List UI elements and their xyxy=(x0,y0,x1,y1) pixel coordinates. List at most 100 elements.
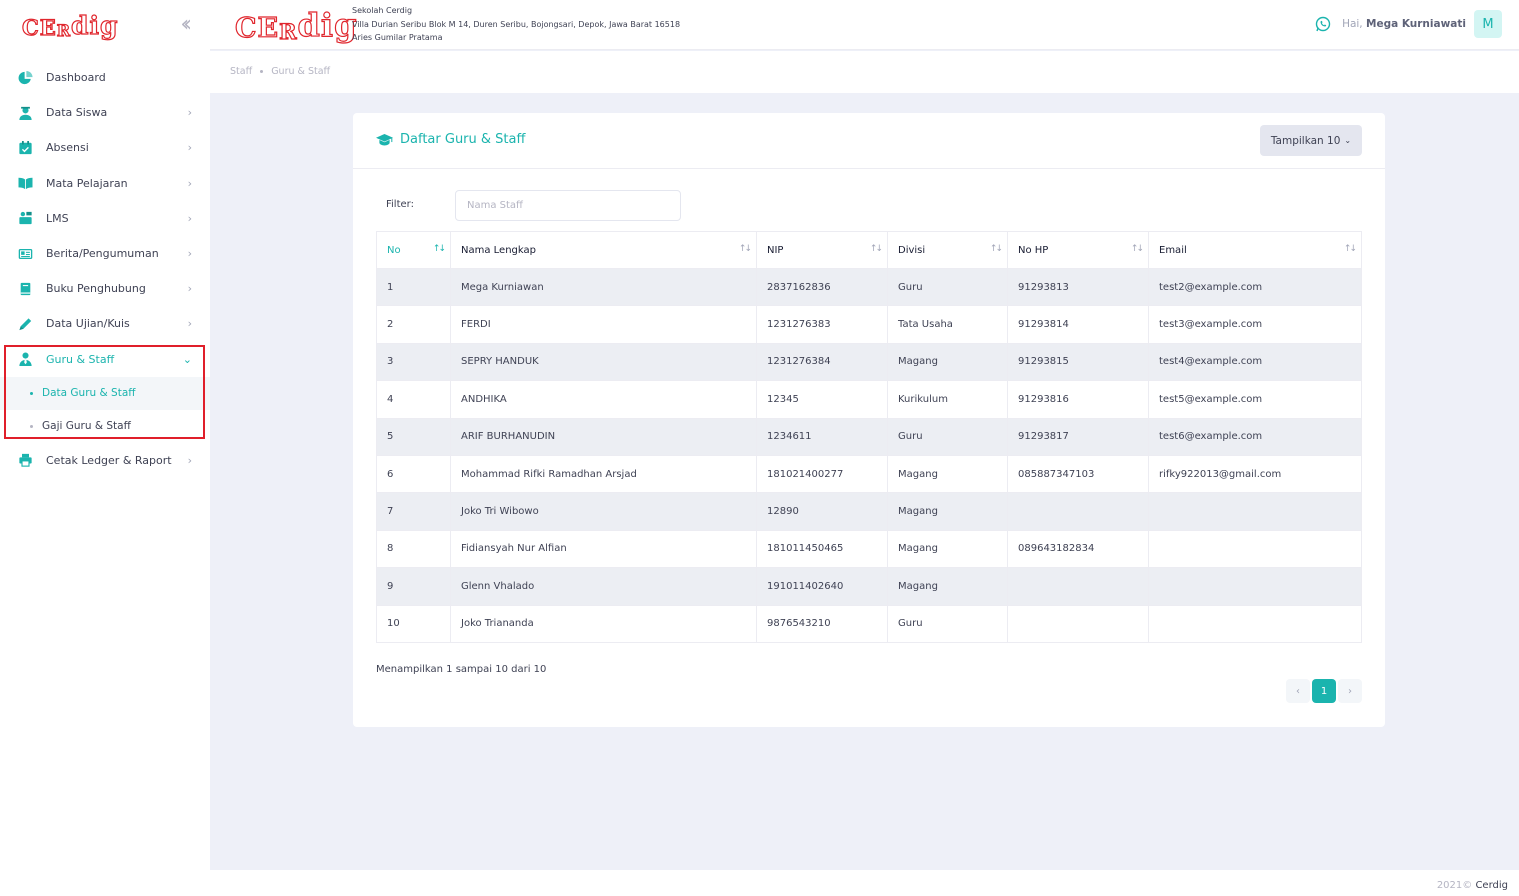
table-row: 9 Glenn Vhalado 191011402640 Magang xyxy=(376,567,1362,606)
column-header-nama-lengkap[interactable]: Nama Lengkap ↑↓ xyxy=(450,231,757,269)
whatsapp-icon[interactable] xyxy=(1315,16,1331,32)
sort-icon: ↑↓ xyxy=(989,244,1003,254)
column-header-nip[interactable]: NIP ↑↓ xyxy=(756,231,888,269)
column-header-email[interactable]: Email ↑↓ xyxy=(1148,231,1362,269)
table-cell: test5@example.com xyxy=(1148,380,1362,419)
user-greeting[interactable]: Hai, Mega Kurniawati xyxy=(1342,18,1466,30)
student-icon xyxy=(17,106,33,120)
sidebar-item-data-ujian-kuis[interactable]: Data Ujian/Kuis › xyxy=(0,306,210,341)
school-name: Sekolah Cerdig xyxy=(352,6,413,15)
chevron-right-icon: › xyxy=(187,106,192,120)
card-title-text: Daftar Guru & Staff xyxy=(400,132,526,147)
table-cell: 085887347103 xyxy=(1007,454,1149,494)
card-header: Daftar Guru & Staff Tampilkan 10 ⌄ xyxy=(353,113,1385,169)
table-cell: FERDI xyxy=(450,305,757,344)
filter-label: Filter: xyxy=(386,199,414,210)
submenu-item-gaji-guru-staff[interactable]: Gaji Guru & Staff xyxy=(0,410,210,443)
table-cell: 181011450465 xyxy=(756,529,888,569)
pencil-icon xyxy=(17,317,33,331)
chevron-down-icon: ⌄ xyxy=(182,352,192,366)
table-cell: 1231276384 xyxy=(756,342,888,382)
table-cell: test3@example.com xyxy=(1148,305,1362,344)
sidebar-item-guru-staff[interactable]: Guru & Staff ⌄ xyxy=(0,342,210,377)
table-cell: 4 xyxy=(376,380,451,419)
sidebar-item-dashboard[interactable]: Dashboard xyxy=(0,60,210,95)
sidebar-brand: CE Rdig ‹‹ xyxy=(0,0,210,50)
pagination-page-1[interactable]: 1 xyxy=(1312,679,1336,703)
school-principal: Aries Gumilar Pratama xyxy=(352,33,443,42)
table-header-row: No ↑↓ Nama Lengkap ↑↓ NIP ↑↓ Divisi ↑↓ N… xyxy=(376,231,1362,269)
chevron-down-icon: ⌄ xyxy=(1344,136,1352,145)
breadcrumb-item-staff[interactable]: Staff xyxy=(230,66,252,77)
column-header-no[interactable]: No ↑↓ xyxy=(376,231,451,269)
chevron-right-icon: › xyxy=(187,282,192,296)
sidebar-item-label: Data Siswa xyxy=(46,106,108,120)
column-header-label: Email xyxy=(1159,244,1187,256)
pagination: ‹ 1 › xyxy=(1284,679,1362,703)
column-header-label: No xyxy=(387,244,401,256)
sidebar-item-label: Buku Penghubung xyxy=(46,282,146,296)
avatar[interactable]: M xyxy=(1474,10,1502,38)
footer-text: 2021© Cerdig xyxy=(1437,880,1508,891)
school-info: Sekolah Cerdig Villa Durian Seribu Blok … xyxy=(352,4,680,45)
table-cell: 2837162836 xyxy=(756,267,888,307)
table-cell: SEPRY HANDUK xyxy=(450,342,757,382)
sidebar-item-data-siswa[interactable]: Data Siswa › xyxy=(0,95,210,130)
sidebar-item-label: Data Ujian/Kuis xyxy=(46,317,130,331)
table-cell: Guru xyxy=(887,604,1008,643)
sidebar-item-absensi[interactable]: Absensi › xyxy=(0,130,210,165)
table-cell: 7 xyxy=(376,492,451,531)
column-header-label: NIP xyxy=(767,244,784,256)
sidebar-item-mata-pelajaran[interactable]: Mata Pelajaran › xyxy=(0,166,210,201)
footer-brand-link[interactable]: Cerdig xyxy=(1475,880,1508,891)
pagination-next-button[interactable]: › xyxy=(1338,679,1362,703)
table-cell: 91293813 xyxy=(1007,267,1149,307)
table-row: 1 Mega Kurniawan 2837162836 Guru 91293813 tes… xyxy=(376,267,1362,307)
card-title: Daftar Guru & Staff xyxy=(376,132,525,147)
sidebar-item-cetak-ledger-raport[interactable]: Cetak Ledger & Raport › xyxy=(0,443,210,478)
subheader: Staff Guru & Staff xyxy=(210,51,1519,93)
column-header-label: Nama Lengkap xyxy=(461,244,536,256)
table-cell: 1231276383 xyxy=(756,305,888,344)
table-cell xyxy=(1148,604,1362,643)
table-cell: Magang xyxy=(887,529,1008,569)
sidebar-item-berita-pengumuman[interactable]: Berita/Pengumuman › xyxy=(0,236,210,271)
top-header: CE Rdig Sekolah Cerdig Villa Durian Serib… xyxy=(210,0,1519,50)
table-cell: Magang xyxy=(887,454,1008,494)
column-header-no-hp[interactable]: No HP ↑↓ xyxy=(1007,231,1149,269)
sidebar-item-label: LMS xyxy=(46,211,69,225)
table-cell: test2@example.com xyxy=(1148,267,1362,307)
chevron-right-icon: › xyxy=(187,141,192,155)
sidebar-menu: Dashboard Data Siswa › Absensi › Mata Pe… xyxy=(0,60,210,478)
table-cell xyxy=(1007,567,1149,606)
table-cell: 12890 xyxy=(756,492,888,531)
breadcrumb-item-guru-staff[interactable]: Guru & Staff xyxy=(271,66,330,77)
sort-icon: ↑↓ xyxy=(1343,244,1357,254)
calendar-check-icon xyxy=(17,140,33,155)
table-row: 8 Fidiansyah Nur Alfian 181011450465 Magang… xyxy=(376,529,1362,569)
sidebar-item-buku-penghubung[interactable]: Buku Penghubung › xyxy=(0,271,210,306)
book-icon xyxy=(17,282,33,296)
show-entries-dropdown[interactable]: Tampilkan 10 ⌄ xyxy=(1260,125,1362,156)
column-header-divisi[interactable]: Divisi ↑↓ xyxy=(887,231,1008,269)
pagination-prev-button[interactable]: ‹ xyxy=(1286,679,1310,703)
greeting-text: Hai, xyxy=(1342,18,1363,30)
filter-staff-input[interactable] xyxy=(455,190,681,221)
table-cell: Joko Triananda xyxy=(450,604,757,643)
table-cell: rifky922013@gmail.com xyxy=(1148,454,1362,494)
chevron-right-icon: › xyxy=(187,453,192,467)
table-cell: 91293816 xyxy=(1007,380,1149,419)
chevron-right-icon: › xyxy=(187,176,192,190)
chevron-right-icon: › xyxy=(187,247,192,261)
table-cell: 9876543210 xyxy=(756,604,888,643)
breadcrumb-separator xyxy=(260,70,264,73)
submenu-item-label: Data Guru & Staff xyxy=(42,387,136,400)
sort-icon: ↑↓ xyxy=(869,244,883,254)
submenu-item-data-guru-staff[interactable]: Data Guru & Staff xyxy=(0,376,210,410)
sidebar-item-lms[interactable]: LMS › xyxy=(0,201,210,236)
table-cell: 10 xyxy=(376,604,451,643)
user-tie-icon xyxy=(17,352,33,367)
table-cell: 089643182834 xyxy=(1007,529,1149,569)
collapse-sidebar-icon[interactable]: ‹‹ xyxy=(180,14,191,36)
brand-logo[interactable]: CE Rdig xyxy=(21,10,119,40)
